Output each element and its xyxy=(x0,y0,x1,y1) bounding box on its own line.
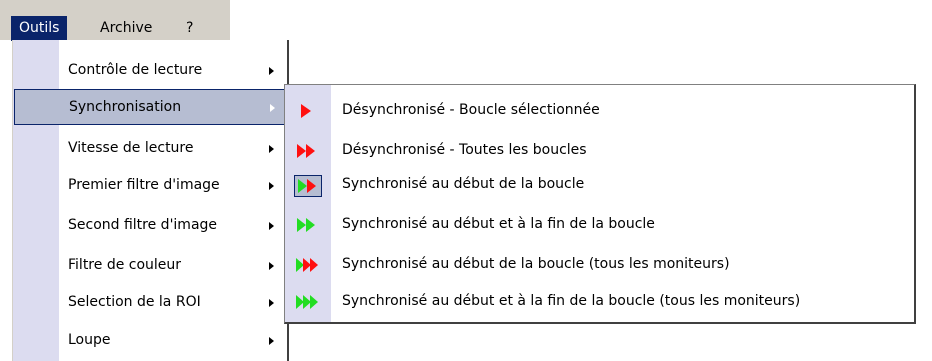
red-single-arrow-icon xyxy=(294,101,322,123)
menu-archive[interactable]: Archive xyxy=(93,17,159,40)
menu-item-controle-lecture[interactable]: Contrôle de lecture xyxy=(14,53,286,89)
menu-item-label: Loupe xyxy=(68,332,111,348)
menu-item-label: Filtre de couleur xyxy=(68,257,182,273)
menu-item-filtre-couleur[interactable]: Filtre de couleur xyxy=(14,248,286,284)
submenu-arrow-icon xyxy=(269,222,274,230)
menu-outils-label: Outils xyxy=(19,20,60,36)
menu-item-desync-selected[interactable]: Désynchronisé - Boucle sélectionnée xyxy=(286,93,914,130)
menu-item-sync-start[interactable]: Synchronisé au début de la boucle xyxy=(286,167,914,204)
menu-item-loupe[interactable]: Loupe xyxy=(14,323,286,359)
green-double-arrow-icon xyxy=(294,215,322,237)
menu-item-label: Vitesse de lecture xyxy=(68,140,194,156)
synchronisation-submenu: Désynchronisé - Boucle sélectionnée Désy… xyxy=(284,84,916,324)
submenu-arrow-icon xyxy=(269,67,274,75)
submenu-arrow-icon xyxy=(270,104,275,112)
submenu-arrow-icon xyxy=(269,145,274,153)
menu-item-sync-start-all-monitors[interactable]: Synchronisé au début de la boucle (tous … xyxy=(286,247,914,284)
menu-item-desync-all[interactable]: Désynchronisé - Toutes les boucles xyxy=(286,133,914,170)
menu-item-label: Désynchronisé - Boucle sélectionnée xyxy=(342,102,600,118)
submenu-arrow-icon xyxy=(269,182,274,190)
menu-item-label: Second filtre d'image xyxy=(68,217,218,233)
menu-item-label: Synchronisé au début et à la fin de la b… xyxy=(342,216,655,232)
menu-item-label: Synchronisé au début de la boucle (tous … xyxy=(342,256,730,272)
menu-archive-label: Archive xyxy=(100,20,153,36)
menu-item-sync-start-end[interactable]: Synchronisé au début et à la fin de la b… xyxy=(286,207,914,244)
menu-item-label: Synchronisé au début de la boucle xyxy=(342,176,585,192)
menu-item-sync-start-end-all-monitors[interactable]: Synchronisé au début et à la fin de la b… xyxy=(286,284,914,321)
green-triple-arrow-icon xyxy=(294,292,322,314)
red-double-arrow-icon xyxy=(294,141,322,163)
submenu-arrow-icon xyxy=(269,337,274,345)
menu-outils[interactable]: Outils xyxy=(10,16,68,41)
menu-help[interactable]: ? xyxy=(179,17,200,40)
menu-item-label: Premier filtre d'image xyxy=(68,177,220,193)
menu-help-label: ? xyxy=(186,20,194,36)
menu-item-vitesse-lecture[interactable]: Vitesse de lecture xyxy=(14,131,286,167)
menu-bar: Outils Archive ? xyxy=(0,0,230,41)
menu-item-label: Synchronisé au début et à la fin de la b… xyxy=(342,293,801,309)
menu-item-selection-roi[interactable]: Selection de la ROI xyxy=(14,285,286,321)
menu-item-label: Contrôle de lecture xyxy=(68,62,203,78)
submenu-arrow-icon xyxy=(269,262,274,270)
menu-item-label: Synchronisation xyxy=(69,99,182,115)
menu-item-synchronisation[interactable]: Synchronisation xyxy=(14,89,286,125)
menu-item-premier-filtre[interactable]: Premier filtre d'image xyxy=(14,168,286,204)
menu-item-label: Désynchronisé - Toutes les boucles xyxy=(342,142,587,158)
green-red-triple-arrow-icon xyxy=(294,255,322,277)
menu-item-label: Selection de la ROI xyxy=(68,294,201,310)
submenu-arrow-icon xyxy=(269,299,274,307)
green-red-arrow-icon xyxy=(294,175,322,197)
tools-menu: Contrôle de lecture Synchronisation Vite… xyxy=(12,40,289,361)
menu-item-second-filtre[interactable]: Second filtre d'image xyxy=(14,208,286,244)
